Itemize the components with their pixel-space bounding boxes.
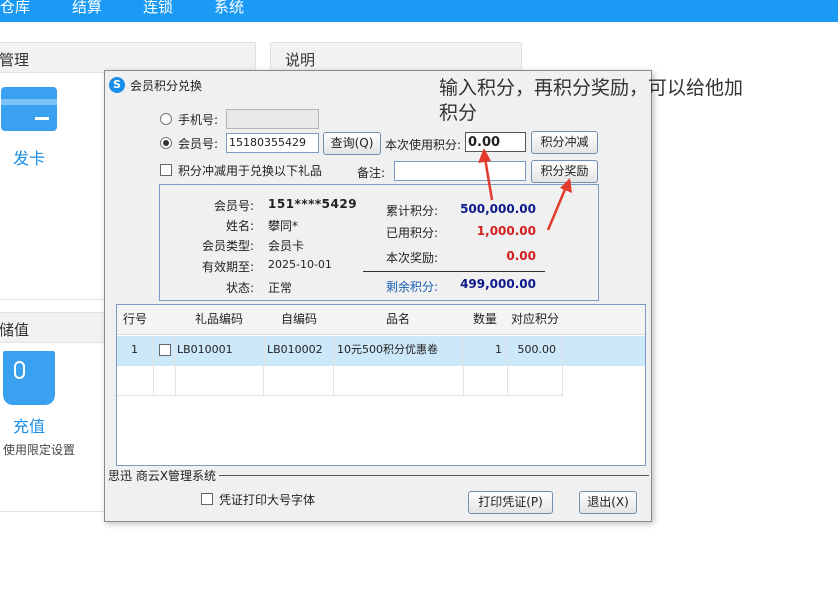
- arrow-to-use-points: [478, 148, 494, 201]
- arrow-to-reward-button: [546, 178, 572, 231]
- annotation-arrows: [478, 148, 572, 231]
